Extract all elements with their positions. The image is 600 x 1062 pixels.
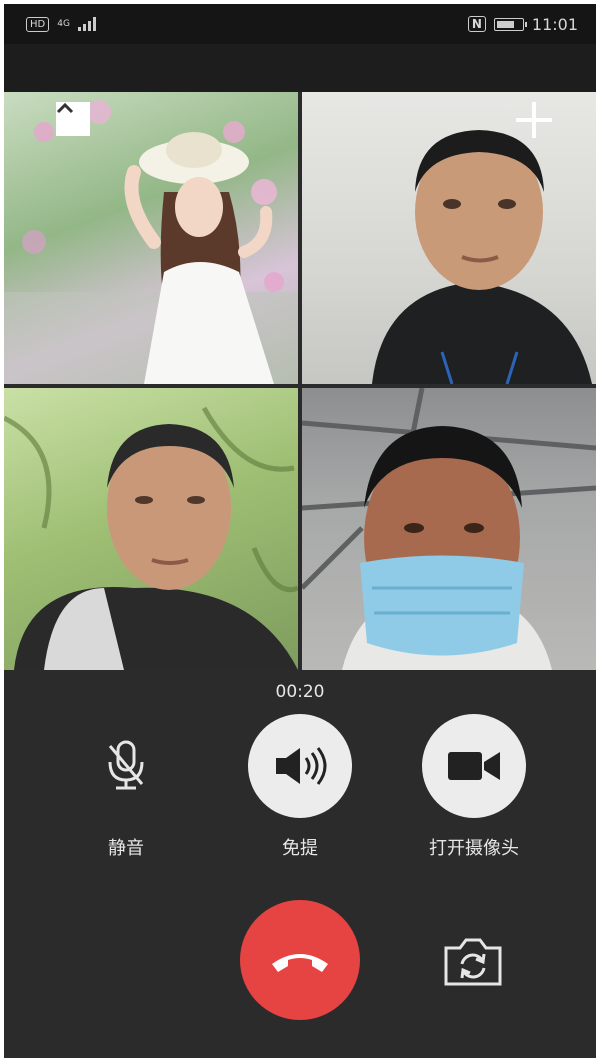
participant-grid <box>4 92 596 670</box>
nfc-icon: N <box>467 16 486 32</box>
camera-switch-icon <box>444 938 502 986</box>
top-band <box>4 44 596 92</box>
video-camera-icon <box>422 714 526 818</box>
video-tile-participant-4[interactable] <box>302 388 596 670</box>
speaker-button[interactable]: 免提 <box>235 714 365 860</box>
call-controls: 00:20 静音 免提 打开摄像头 <box>4 670 596 1058</box>
participant-3-video <box>4 406 298 670</box>
call-timer: 00:20 <box>275 682 325 702</box>
switch-camera-button[interactable] <box>440 934 506 990</box>
speaker-icon <box>248 714 352 818</box>
hangup-button[interactable] <box>240 900 360 1020</box>
open-camera-button[interactable]: 打开摄像头 <box>409 714 539 860</box>
mute-button[interactable]: 静音 <box>61 714 191 860</box>
chevron-up-icon[interactable] <box>56 102 90 136</box>
clock: 11:01 <box>531 14 578 34</box>
participant-4-video <box>302 388 596 670</box>
video-tile-participant-3[interactable] <box>4 388 298 670</box>
video-tile-participant-1[interactable] <box>4 92 298 384</box>
phone-hangup-icon <box>272 954 328 972</box>
hd-badge: HD <box>26 16 50 32</box>
speaker-label: 免提 <box>282 838 318 859</box>
video-tile-participant-2[interactable] <box>302 92 596 384</box>
camera-label: 打开摄像头 <box>429 838 519 859</box>
battery-icon <box>493 17 527 31</box>
status-bar: HD 4G N 11:01 <box>4 4 596 44</box>
participant-1-video <box>4 100 298 384</box>
mute-label: 静音 <box>108 838 144 859</box>
plus-icon[interactable] <box>512 98 556 142</box>
network-label: 4G <box>57 19 70 29</box>
signal-icon <box>77 17 96 31</box>
video-call-screen: HD 4G N 11:01 00:20 静音 免提 打开摄像头 <box>4 4 596 1058</box>
mic-off-icon <box>74 714 178 818</box>
